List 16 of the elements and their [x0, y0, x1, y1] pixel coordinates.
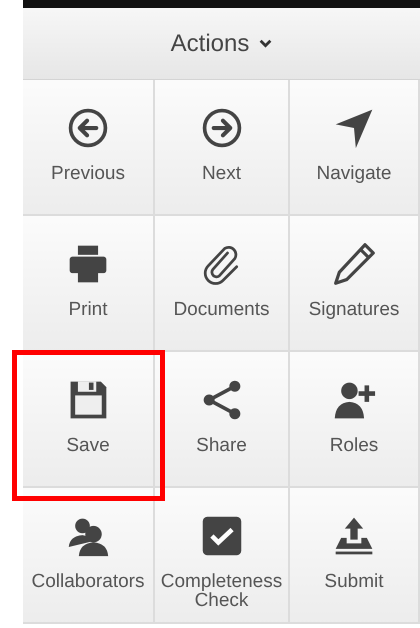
action-button[interactable]: Print — [23, 216, 155, 352]
action-button[interactable]: Share — [155, 352, 290, 488]
caret-icon — [259, 39, 272, 48]
action-button[interactable]: Collaborators — [23, 488, 155, 624]
pencil-icon — [332, 242, 376, 286]
action-button[interactable]: Signatures — [290, 216, 420, 352]
action-button[interactable]: Navigate — [290, 80, 420, 216]
actions-dropdown[interactable]: Actions — [23, 8, 420, 80]
action-button[interactable]: Previous — [23, 80, 155, 216]
action-button[interactable]: Submit — [290, 488, 420, 624]
action-button[interactable]: Next — [155, 80, 290, 216]
action-button[interactable]: Roles — [290, 352, 420, 488]
action-button[interactable]: Documents — [155, 216, 290, 352]
action-button[interactable]: Completeness Check — [155, 488, 290, 624]
action-button[interactable]: Save — [23, 352, 155, 488]
previous-icon — [66, 106, 110, 150]
